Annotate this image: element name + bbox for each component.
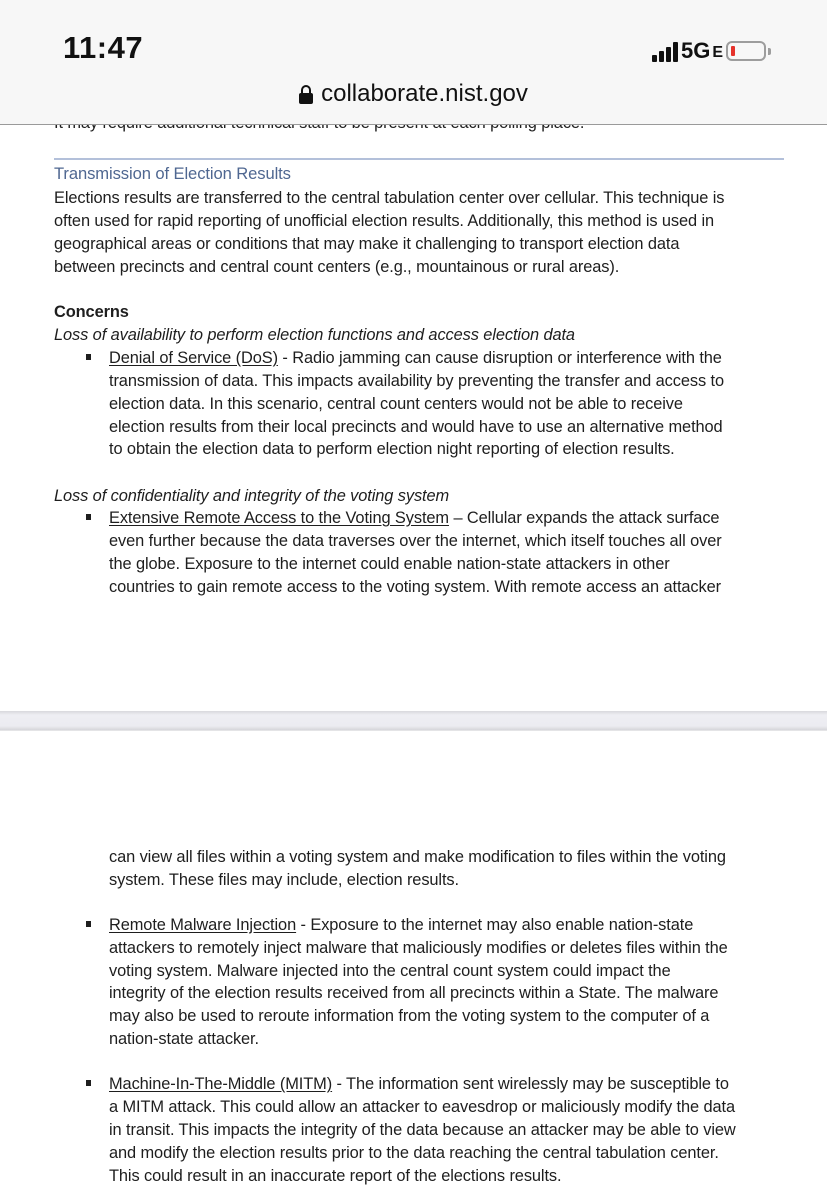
bullet-icon [86,921,91,927]
cellular-signal-icon [652,42,678,62]
bullet-text: - Radio jamming can cause disruption or … [277,349,722,367]
bullet-line: system. These files may include, electio… [109,871,459,889]
bullet-line: attackers to remotely inject malware tha… [109,939,728,957]
bullet-term: Extensive Remote Access to the Voting Sy… [109,509,449,527]
heading-rule [54,158,784,160]
address-bar[interactable]: collaborate.nist.gov [0,80,827,108]
bullet-line: and modify the election results prior to… [109,1144,719,1162]
bullet-line: even further because the data traverses … [109,532,722,550]
bullet-icon [86,1080,91,1086]
bullet-term: Denial of Service (DoS) [109,349,278,367]
concern-subheading: Loss of availability to perform election… [54,326,575,344]
bullet-first-line: Denial of Service (DoS) - Radio jamming … [109,347,722,370]
bullet-icon [86,514,91,520]
bullet-first-line: Machine-In-The-Middle (MITM) - The infor… [109,1073,729,1096]
concern-subheading: Loss of confidentiality and integrity of… [54,487,450,505]
battery-tip [768,48,772,55]
bullet-line: election results from their local precin… [109,418,723,436]
bullet-text: – Cellular expands the attack surface [448,509,720,527]
bullet-line: may also be used to reroute information … [109,1007,710,1025]
url-text: collaborate.nist.gov [321,80,528,107]
bullet-icon [86,354,91,360]
status-indicators: 5G E [652,36,772,63]
bullet-line: countries to gain remote access to the v… [109,578,721,596]
bullet-term: Machine-In-The-Middle (MITM) [109,1075,333,1093]
browser-chrome: 11:47 5G E collaborate.nist.gov [0,0,827,125]
network-suffix: E [712,44,724,61]
intro-line: between precincts and central count cent… [54,258,620,276]
bullet-first-line: Remote Malware Injection - Exposure to t… [109,914,693,937]
section-heading: Transmission of Election Results [54,164,291,183]
concerns-title: Concerns [54,303,129,321]
bullet-text: - Exposure to the internet may also enab… [296,916,694,934]
bullet-line: a MITM attack. This could allow an attac… [109,1098,735,1116]
status-time: 11:47 [63,30,144,65]
intro-line: often used for rapid reporting of unoffi… [54,212,715,230]
bullet-line: integrity of the election results receiv… [109,984,719,1002]
bullet-line: nation-state attacker. [109,1030,259,1048]
bullet-line: voting system. Malware injected into the… [109,962,671,980]
bullet-line: transmission of data. This impacts avail… [109,372,724,390]
bullet-text: - The information sent wirelessly may be… [332,1075,729,1093]
bullet-line: can view all files within a voting syste… [109,848,726,866]
intro-line: geographical areas or conditions that ma… [54,235,680,253]
bullet-line: to obtain the election data to perform e… [109,440,675,458]
bullet-line: in transit. This impacts the integrity o… [109,1121,736,1139]
page-break [0,711,827,731]
lock-icon [299,84,314,104]
bullet-line: election data. In this scenario, central… [109,395,683,413]
bullet-first-line: Extensive Remote Access to the Voting Sy… [109,507,720,530]
battery-level [731,46,736,56]
bullet-term: Remote Malware Injection [109,916,297,934]
network-type: 5G [681,38,711,63]
bullet-line: the globe. Exposure to the internet coul… [109,555,670,573]
bullet-line: This could result in an inaccurate repor… [109,1167,562,1185]
battery-icon [726,41,767,61]
intro-line: Elections results are transferred to the… [54,189,725,207]
